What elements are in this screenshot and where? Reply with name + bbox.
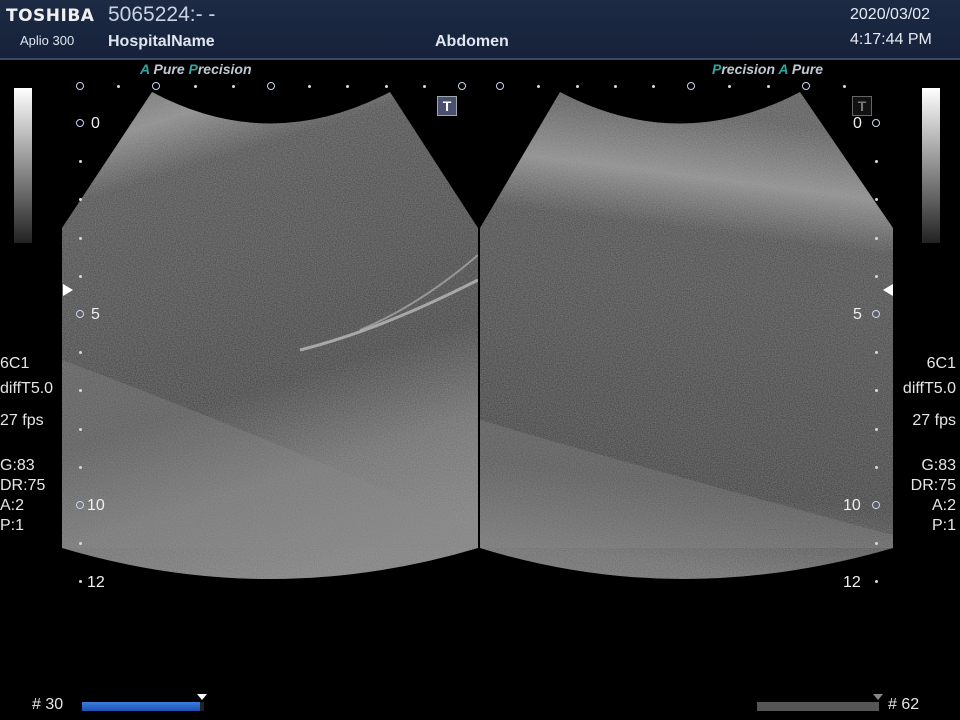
scale-ring (152, 82, 161, 90)
depth-ring (76, 310, 84, 318)
right-depth-12: 12 (843, 574, 861, 591)
depth-dot (875, 465, 878, 469)
scale-dot (231, 85, 235, 88)
depth-dot (875, 351, 878, 355)
right-p: P:1 (931, 517, 956, 534)
left-image-tags: A Pure Precision (140, 61, 252, 77)
grayscale-bar-left (14, 88, 32, 243)
depth-dot (79, 542, 82, 546)
right-cine-marker[interactable] (873, 694, 883, 700)
scale-dot (728, 85, 732, 88)
right-image-tags: Precision A Pure (712, 61, 823, 77)
left-sector-image (62, 92, 478, 579)
scale-dot (117, 85, 121, 88)
right-dr: DR:75 (910, 477, 956, 494)
left-depth-0: 0 (91, 115, 100, 132)
left-depth-scale (76, 92, 86, 592)
right-cine-track[interactable] (757, 702, 879, 711)
left-cine-fill (82, 702, 201, 711)
grayscale-bar-right (922, 88, 940, 243)
depth-ring (872, 501, 880, 509)
depth-ring (76, 119, 84, 127)
depth-dot (79, 236, 82, 240)
right-frame-number: # 62 (888, 696, 920, 713)
scale-ring (687, 82, 696, 90)
left-fps: 27 fps (0, 412, 44, 429)
precision-accent: P (188, 61, 198, 77)
scale-dot (766, 85, 770, 88)
left-depth-5: 5 (91, 306, 100, 323)
right-depth-5: 5 (853, 306, 862, 323)
scale-dot (346, 85, 350, 88)
depth-dot (875, 542, 878, 546)
depth-dot (79, 389, 82, 393)
depth-dot (79, 580, 82, 584)
right-focus-marker[interactable] (883, 284, 893, 296)
depth-dot (875, 274, 878, 278)
left-probe: 6C1 (0, 355, 30, 372)
scale-ring (801, 82, 810, 90)
precision-label: recision (197, 61, 252, 77)
right-depth-0: 0 (853, 115, 862, 132)
ultrasound-images (62, 92, 893, 579)
depth-dot (875, 236, 878, 240)
right-fps: 27 fps (912, 412, 956, 429)
apure-accent: A (140, 61, 150, 77)
depth-dot (79, 351, 82, 355)
scale-ring (76, 82, 84, 90)
apure-accent: A (778, 61, 789, 77)
scale-dot (652, 85, 655, 88)
precision-label: recision (721, 61, 776, 77)
apure-label: Pure (153, 61, 185, 77)
left-a: A:2 (0, 497, 25, 514)
left-dr: DR:75 (0, 477, 46, 494)
right-depth-scale (872, 92, 882, 592)
depth-dot (875, 580, 878, 584)
depth-ring (76, 501, 84, 509)
depth-dot (79, 160, 82, 164)
lateral-scale (0, 80, 960, 92)
scale-ring (267, 82, 275, 90)
left-mode: diffT5.0 (0, 380, 54, 397)
left-cine-marker[interactable] (197, 694, 207, 700)
apure-label: Pure (791, 61, 824, 77)
depth-dot (79, 274, 82, 278)
scale-dot (422, 85, 426, 88)
depth-ring (872, 119, 880, 127)
left-depth-12: 12 (87, 574, 105, 591)
left-frame-number: # 30 (32, 696, 64, 713)
depth-dot (875, 198, 878, 202)
t-inactive-icon[interactable]: T (852, 96, 872, 116)
scale-dot (537, 85, 541, 88)
left-cine-track[interactable] (82, 702, 204, 711)
scale-dot (384, 85, 388, 88)
right-cine-fill (757, 702, 879, 711)
right-a: A:2 (931, 497, 956, 514)
scale-dot (843, 85, 846, 88)
depth-dot (79, 198, 82, 202)
scale-ring (496, 82, 505, 90)
precision-accent: P (712, 61, 722, 77)
left-p: P:1 (0, 517, 25, 534)
right-depth-10: 10 (843, 497, 861, 514)
scale-dot (193, 85, 197, 88)
left-focus-marker[interactable] (63, 284, 73, 296)
depth-dot (875, 389, 878, 393)
right-sector-image (480, 92, 893, 579)
left-gain: G:83 (0, 457, 35, 474)
depth-dot (875, 160, 878, 164)
scale-dot (613, 85, 617, 88)
t-active-icon[interactable]: T (437, 96, 457, 116)
right-gain: G:83 (921, 457, 956, 474)
depth-dot (79, 427, 82, 431)
right-probe: 6C1 (926, 355, 956, 372)
scale-dot (308, 85, 312, 88)
depth-dot (875, 427, 878, 431)
left-depth-10: 10 (87, 497, 105, 514)
right-mode: diffT5.0 (902, 380, 956, 397)
scale-ring (458, 82, 466, 90)
depth-dot (79, 465, 82, 469)
depth-ring (872, 310, 880, 318)
scale-dot (575, 85, 579, 88)
